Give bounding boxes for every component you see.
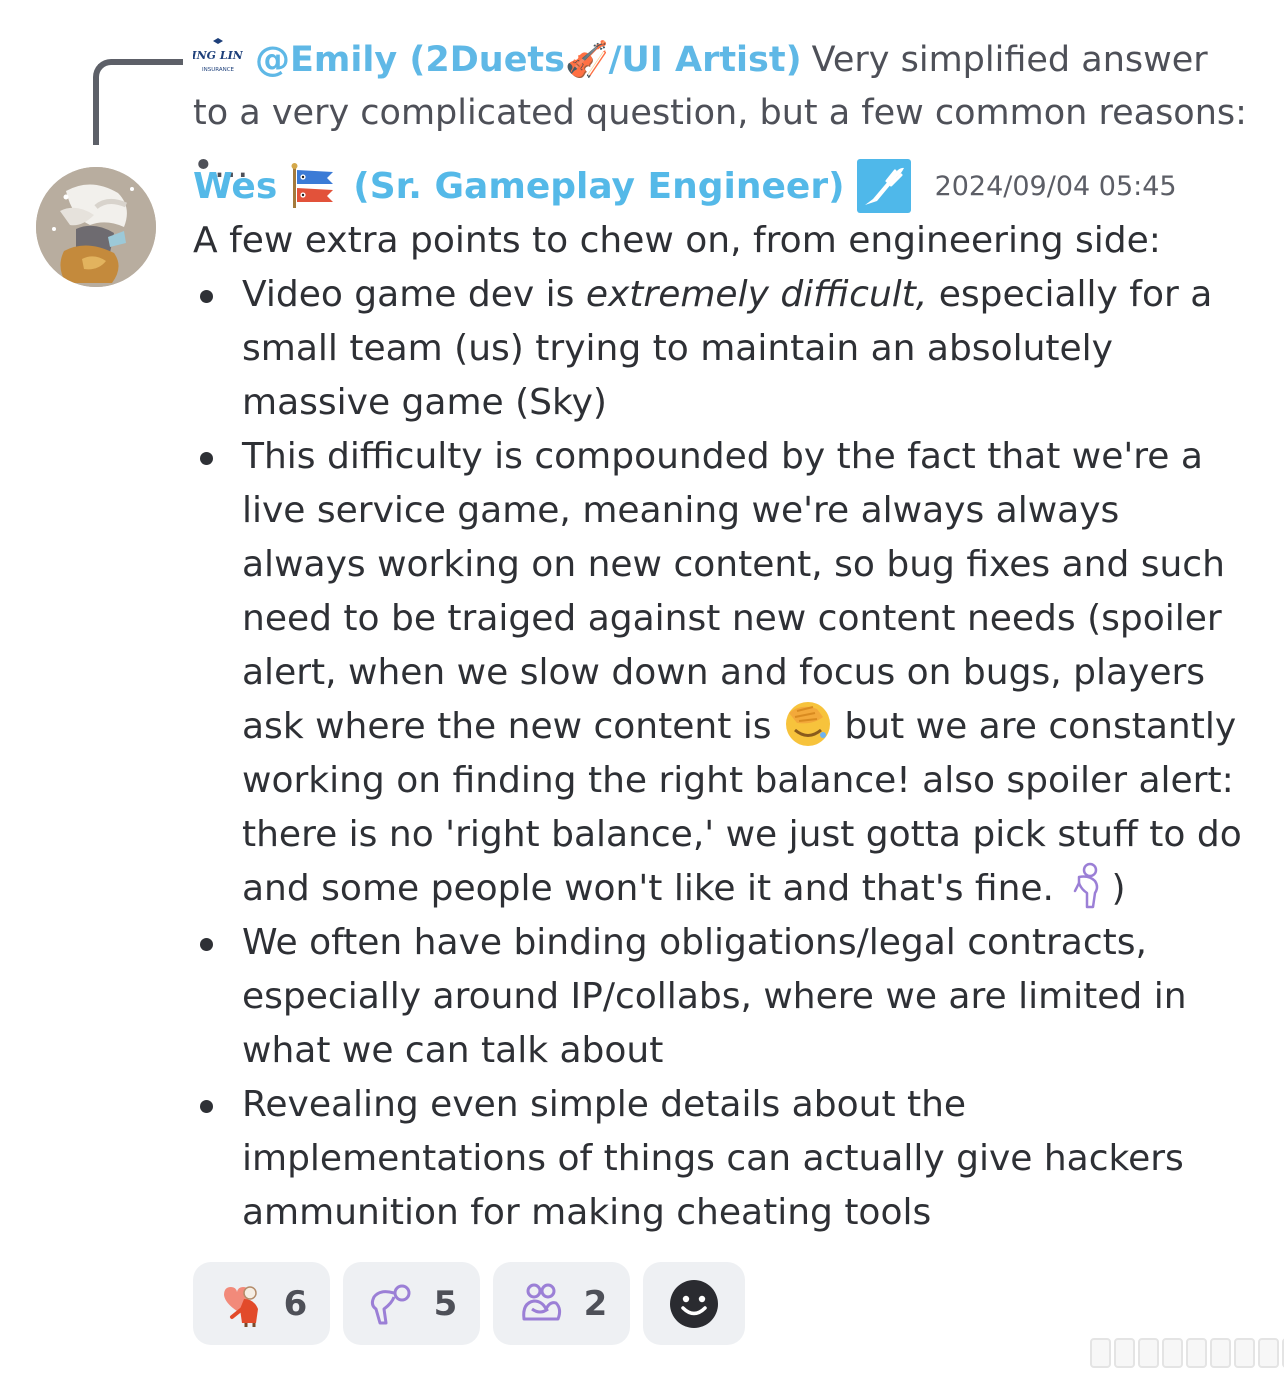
user-avatar-art — [36, 167, 156, 287]
message-intro: A few extra points to chew on, from engi… — [193, 220, 1161, 261]
add-reaction-button[interactable] — [643, 1262, 745, 1345]
role-badge-icon — [856, 159, 911, 213]
reaction-hug[interactable]: 2 — [493, 1262, 630, 1345]
bullet-item: Video game dev is extremely difficult, e… — [200, 268, 1253, 430]
reaction-count: 2 — [583, 1283, 608, 1324]
reply-connector-line — [93, 59, 183, 145]
emphasis-text: extremely difficult, — [585, 274, 928, 315]
message-content: A few extra points to chew on, from engi… — [193, 214, 1253, 1240]
bullet-item: We often have binding obligations/legal … — [200, 916, 1253, 1078]
reaction-count: 6 — [283, 1283, 308, 1324]
author-name[interactable]: Wes — [193, 166, 277, 207]
smiley-icon — [670, 1279, 718, 1328]
face-with-hand-over-eyes-emoji-icon — [785, 702, 830, 746]
message-timestamp: 2024/09/04 05:45 — [934, 170, 1177, 202]
watermark — [1090, 1338, 1284, 1368]
reaction-heart-character[interactable]: 6 — [193, 1262, 330, 1345]
avatar[interactable] — [36, 167, 156, 287]
svg-text:LING LING: LING LING — [193, 49, 243, 62]
heart-character-emoji-icon — [223, 1285, 258, 1327]
hug-emote-icon — [521, 1283, 561, 1320]
reaction-bow[interactable]: 5 — [343, 1262, 480, 1345]
ling-ling-insurance-logo-icon: LING LING INSURANCE — [193, 38, 243, 73]
bullet-item: This difficulty is compounded by the fac… — [200, 430, 1253, 916]
reaction-count: 5 — [433, 1283, 458, 1324]
message-header: Wes (Sr. Gameplay Engineer) 2024/09/04 0… — [193, 156, 1177, 216]
koinobori-fish-icon — [291, 163, 334, 208]
author-role[interactable]: (Sr. Gameplay Engineer) — [353, 166, 844, 207]
bullet-list: Video game dev is extremely difficult, e… — [193, 268, 1253, 1240]
reply-author-link[interactable]: @Emily (2Duets🎻/UI Artist) — [255, 40, 802, 80]
svg-text:INSURANCE: INSURANCE — [202, 67, 235, 73]
reactions-bar: 6 5 2 — [193, 1262, 745, 1345]
bullet-item: Revealing even simple details about the … — [200, 1078, 1253, 1240]
bow-emote-icon — [370, 1284, 411, 1324]
bowing-figure-emote-icon — [1074, 862, 1099, 909]
